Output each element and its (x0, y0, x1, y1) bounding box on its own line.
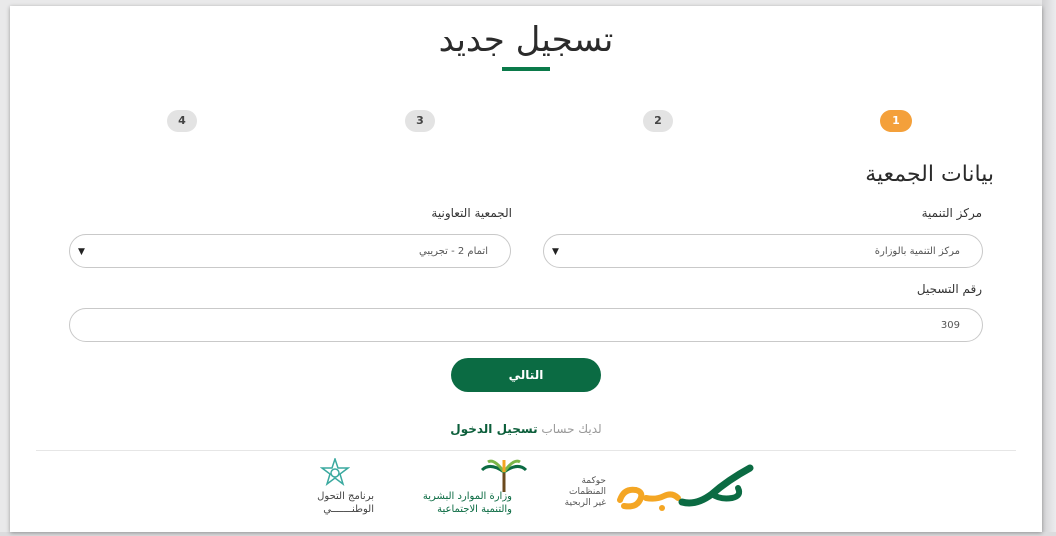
development-center-value: مركز التنمية بالوزارة (874, 246, 960, 257)
palm-icon (480, 459, 528, 492)
footer-divider (36, 450, 1016, 451)
caret-down-icon: ▼ (78, 247, 85, 257)
title-underline (502, 67, 550, 71)
login-prompt: لديك حساب تسجيل الدخول (10, 422, 1042, 436)
mkeen-line2: المنظمات (569, 487, 606, 497)
login-prompt-text: لديك حساب (541, 422, 602, 436)
vision-line1: برنامج التحول (317, 491, 374, 502)
vision-program-text: برنامج التحول الوطنـــــــي (317, 490, 374, 516)
window-edge-right (1042, 0, 1056, 536)
vision-star-icon (320, 458, 350, 486)
mkeen-logo-mark (617, 464, 754, 511)
login-link[interactable]: تسجيل الدخول (450, 422, 537, 436)
mkeen-logo-text: حوكمة المنظمات غير الربحية (565, 476, 606, 509)
caret-down-icon: ▼ (552, 247, 559, 257)
hrsd-line1: وزارة الموارد البشرية (422, 491, 512, 502)
step-4: 4 (167, 110, 197, 132)
development-center-label: مركز التنمية (921, 206, 982, 220)
cooperative-label: الجمعية التعاونية (431, 206, 512, 220)
cooperative-value: اتمام 2 - تجريبي (419, 246, 488, 257)
step-3: 3 (405, 110, 435, 132)
page-title: تسجيل جديد (438, 20, 614, 60)
step-2: 2 (643, 110, 673, 132)
mkeen-line3: غير الربحية (564, 498, 606, 508)
step-1: 1 (880, 110, 912, 132)
registration-number-input[interactable]: 309 (69, 308, 983, 342)
development-center-select[interactable]: مركز التنمية بالوزارة ▼ (543, 234, 983, 268)
registration-number-label: رقم التسجيل (916, 282, 982, 296)
hrsd-logo-text: وزارة الموارد البشرية والتنمية الاجتماعي… (423, 490, 512, 516)
registration-number-value: 309 (940, 320, 960, 331)
next-button[interactable]: التالي (451, 358, 601, 392)
mkeen-line1: حوكمة (581, 476, 606, 486)
section-title: بيانات الجمعية (865, 162, 994, 187)
hrsd-line2: والتنمية الاجتماعية (437, 504, 512, 515)
vision-line2: الوطنـــــــي (323, 504, 374, 515)
window-edge-bottom (0, 532, 1056, 536)
registration-panel: تسجيل جديد 1 2 3 4 بيانات الجمعية مركز ا… (10, 6, 1042, 532)
cooperative-select[interactable]: اتمام 2 - تجريبي ▼ (69, 234, 511, 268)
